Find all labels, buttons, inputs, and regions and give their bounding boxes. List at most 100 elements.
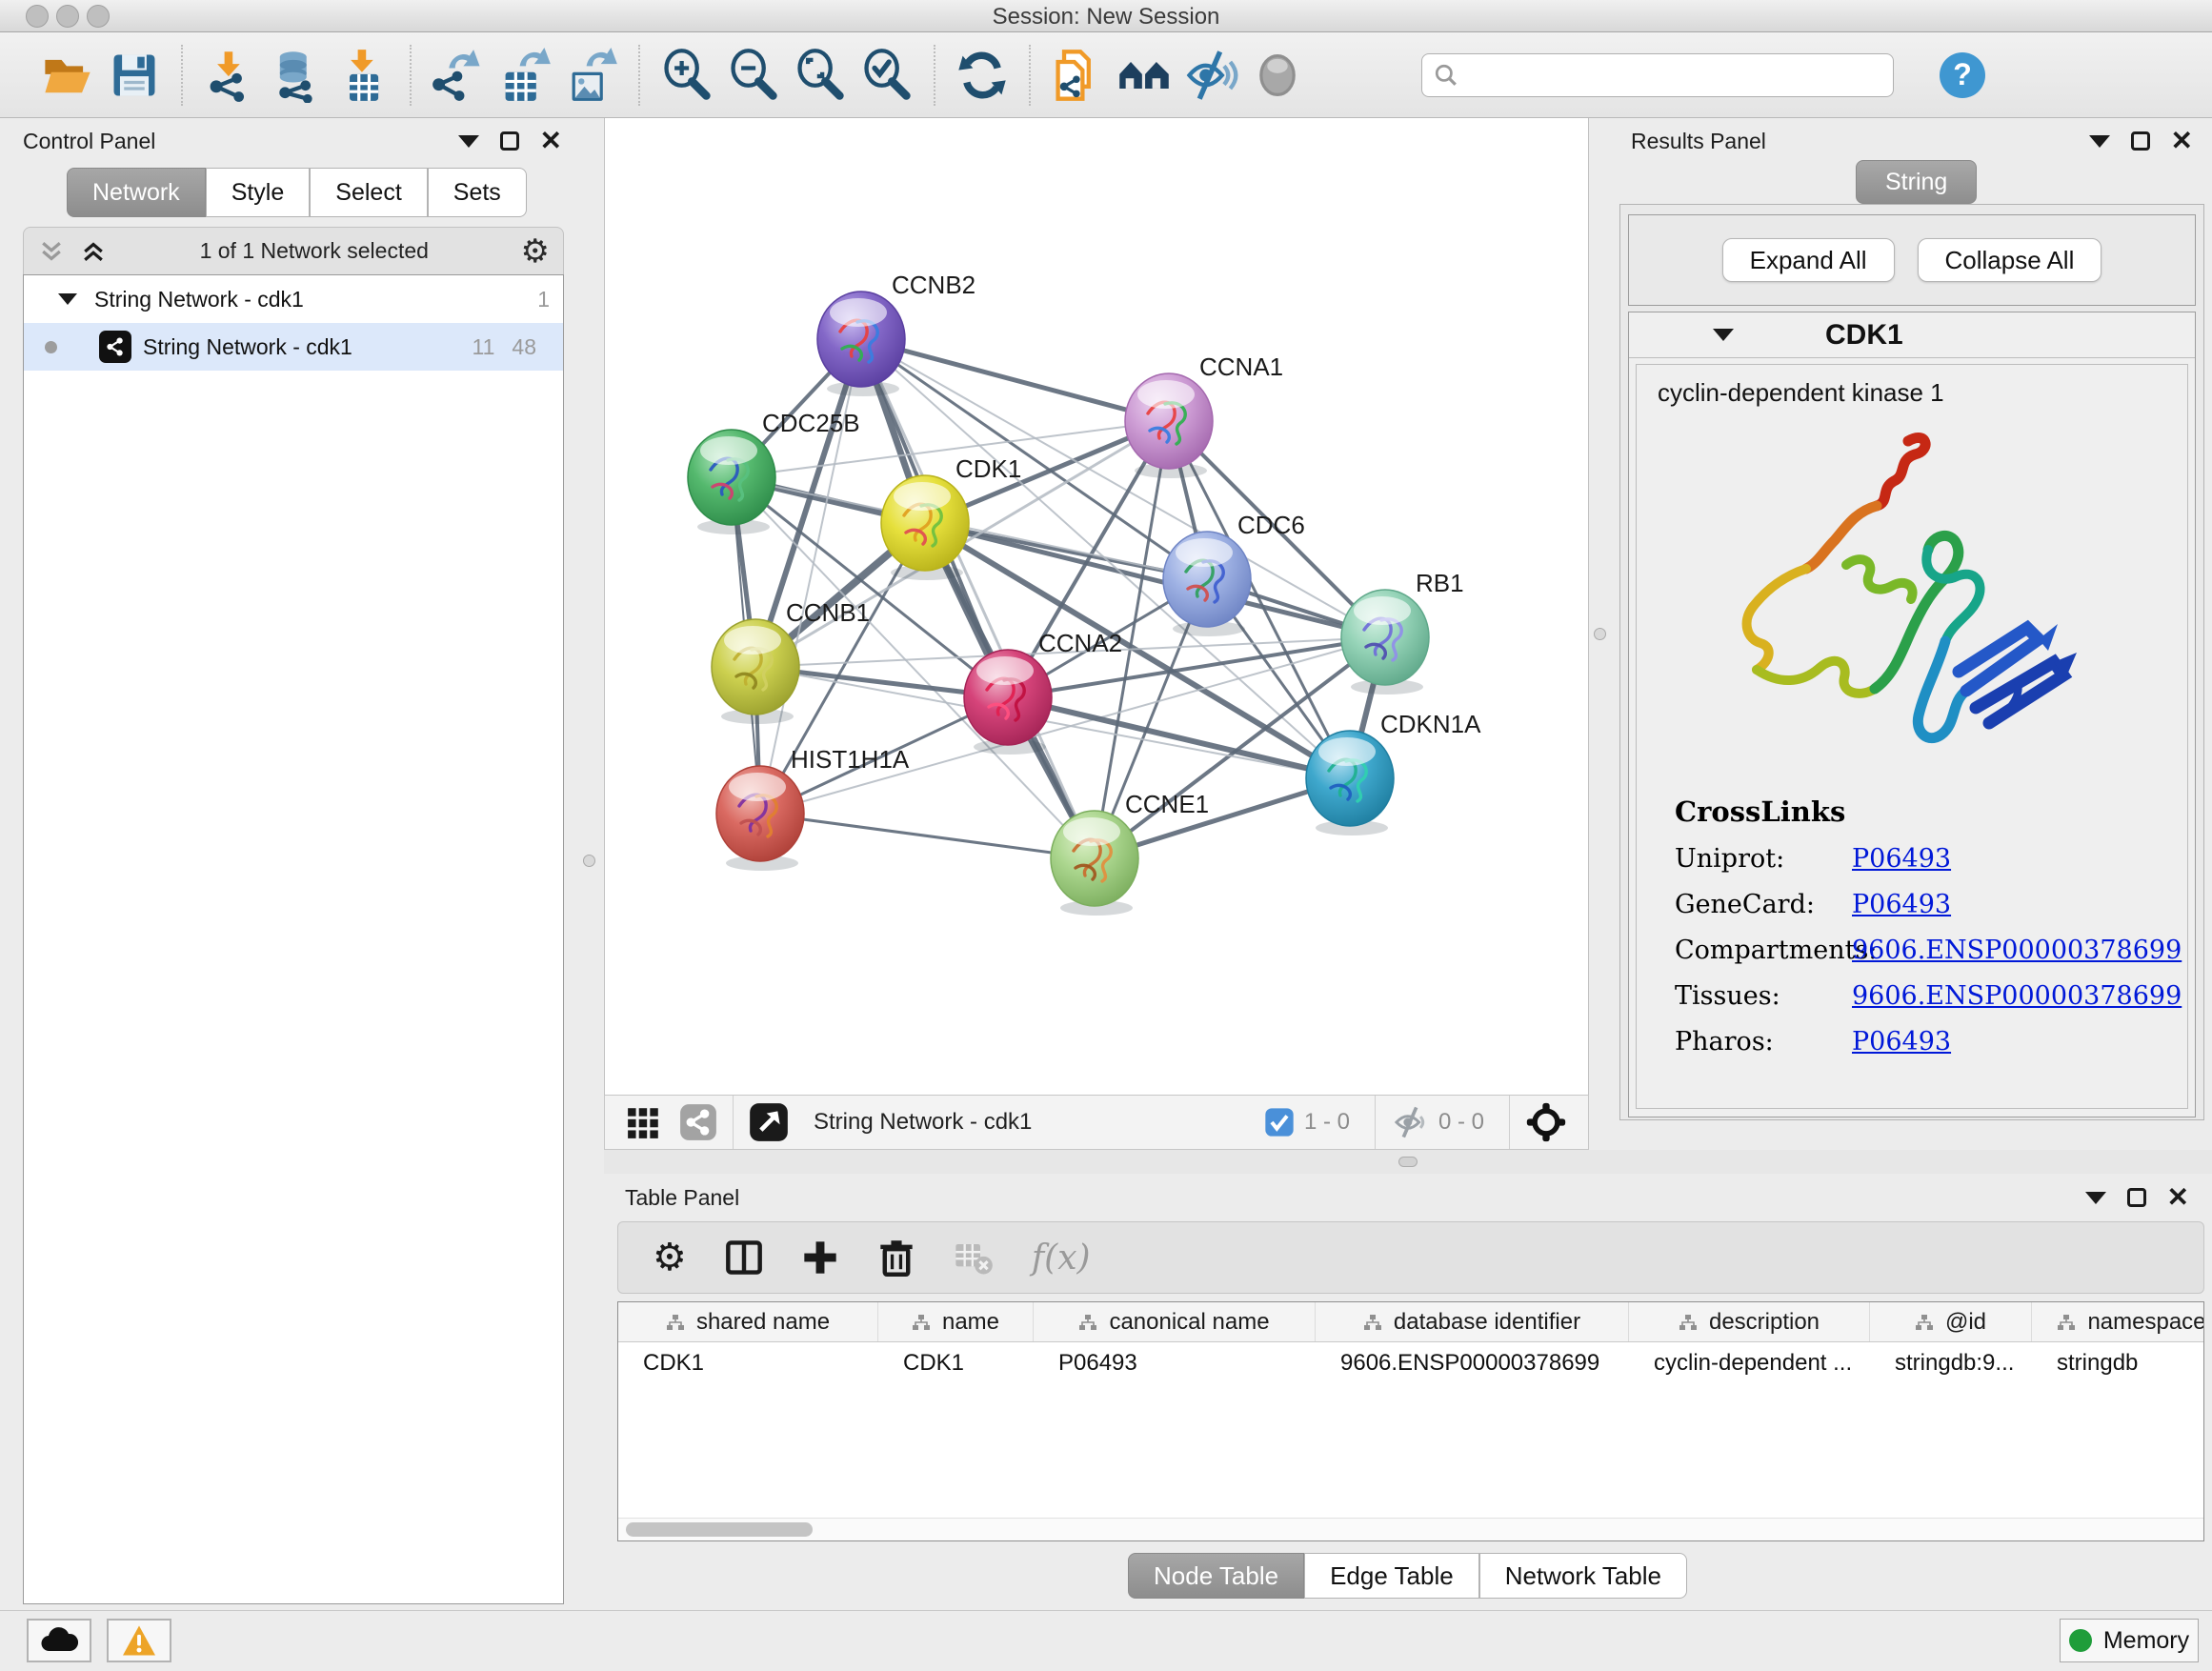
import-database-icon[interactable] — [263, 42, 330, 109]
table-cell[interactable]: CDK1 — [878, 1342, 1034, 1384]
network-edge[interactable] — [1008, 697, 1350, 778]
table-horizontal-scrollbar[interactable] — [618, 1518, 2203, 1540]
show-graphics-details-icon[interactable] — [1244, 42, 1311, 109]
panel-menu-icon[interactable] — [2085, 1192, 2106, 1204]
panel-float-icon[interactable] — [2127, 1188, 2146, 1207]
network-edge[interactable] — [861, 339, 1095, 858]
hide-graphics-details-icon[interactable] — [1177, 42, 1244, 109]
import-table-icon[interactable] — [330, 42, 396, 109]
panel-close-icon[interactable]: ✕ — [540, 131, 562, 151]
grid-view-icon[interactable] — [626, 1104, 662, 1140]
crosslink-link[interactable]: 9606.ENSP00000378699 — [1852, 981, 2182, 1011]
fit-selected-crosshair-icon[interactable] — [1525, 1101, 1567, 1143]
table-cell[interactable]: stringdb:9... — [1870, 1342, 2032, 1384]
column-header-id[interactable]: @id — [1870, 1302, 2032, 1341]
column-header-databaseidentifier[interactable]: database identifier — [1316, 1302, 1629, 1341]
network-node-ccnb1[interactable] — [712, 619, 799, 724]
zoom-in-icon[interactable] — [654, 42, 720, 109]
network-collection-row[interactable]: String Network - cdk1 1 — [24, 275, 563, 323]
birdseye-icon[interactable] — [1111, 42, 1177, 109]
open-in-window-icon[interactable] — [749, 1102, 789, 1142]
collection-expand-icon[interactable] — [58, 293, 77, 305]
network-node-ccna2[interactable] — [964, 650, 1052, 755]
table-settings-gear-icon[interactable]: ⚙ — [653, 1236, 687, 1279]
import-network-icon[interactable] — [196, 42, 263, 109]
zoom-fit-icon[interactable] — [787, 42, 854, 109]
collapse-all-button[interactable]: Collapse All — [1918, 238, 2102, 282]
function-builder-icon[interactable]: f(x) — [1032, 1238, 1091, 1278]
show-columns-icon[interactable] — [725, 1238, 763, 1277]
table-cell[interactable]: 9606.ENSP00000378699 — [1316, 1342, 1629, 1384]
memory-button[interactable]: Memory — [2060, 1619, 2199, 1662]
panel-float-icon[interactable] — [2131, 131, 2150, 151]
horizontal-splitter[interactable] — [604, 1150, 2212, 1174]
right-splitter-handle[interactable] — [1594, 628, 1606, 640]
expand-all-icon[interactable] — [79, 237, 108, 266]
collapse-all-icon[interactable] — [37, 237, 66, 266]
warnings-button[interactable] — [107, 1619, 171, 1662]
export-network-icon[interactable] — [425, 42, 492, 109]
network-edge[interactable] — [925, 523, 1385, 637]
export-table-icon[interactable] — [492, 42, 558, 109]
column-header-namespace[interactable]: namespace — [2032, 1302, 2204, 1341]
network-node-hist1h1a[interactable] — [716, 766, 804, 871]
network-canvas[interactable]: CCNB2CCNA1CDC25BCDK1CDC6RB1CCNB1CCNA2CDK… — [604, 118, 1589, 1095]
selected-checkbox-icon[interactable] — [1264, 1107, 1295, 1137]
tab-string[interactable]: String — [1856, 160, 1977, 204]
gene-card-header[interactable]: CDK1 — [1629, 312, 2195, 358]
gene-collapse-icon[interactable] — [1713, 329, 1734, 341]
save-session-icon[interactable] — [101, 42, 168, 109]
cloud-button[interactable] — [27, 1619, 91, 1662]
network-node-ccnb2[interactable] — [817, 292, 905, 396]
crosslink-link[interactable]: P06493 — [1852, 1027, 1951, 1057]
table-row[interactable]: CDK1CDK1P064939606.ENSP00000378699cyclin… — [618, 1342, 2203, 1384]
expand-all-button[interactable]: Expand All — [1722, 238, 1895, 282]
tab-edge-table[interactable]: Edge Table — [1304, 1553, 1479, 1599]
left-splitter-handle[interactable] — [583, 855, 595, 867]
crosslink-link[interactable]: P06493 — [1852, 844, 1951, 874]
string-share-icon[interactable] — [679, 1103, 717, 1141]
panel-float-icon[interactable] — [500, 131, 519, 151]
search-input[interactable] — [1468, 63, 1881, 88]
network-edge[interactable] — [760, 814, 1095, 858]
table-cell[interactable]: P06493 — [1034, 1342, 1316, 1384]
open-session-icon[interactable] — [34, 42, 101, 109]
refresh-icon[interactable] — [949, 42, 1016, 109]
table-cell[interactable]: stringdb — [2032, 1342, 2204, 1384]
hidden-eye-icon[interactable] — [1391, 1103, 1429, 1141]
gear-icon[interactable]: ⚙ — [521, 232, 550, 271]
network-node-rb1[interactable] — [1341, 590, 1429, 695]
network-node-ccna1[interactable] — [1125, 373, 1213, 478]
network-node-cdkn1a[interactable] — [1306, 731, 1394, 836]
crosslink-link[interactable]: P06493 — [1852, 890, 1951, 919]
network-node-cdc25b[interactable] — [688, 430, 775, 534]
network-node-ccne1[interactable] — [1051, 811, 1138, 916]
table-cell[interactable]: CDK1 — [618, 1342, 878, 1384]
add-column-icon[interactable] — [801, 1238, 839, 1277]
panel-menu-icon[interactable] — [2089, 135, 2110, 148]
tab-network-table[interactable]: Network Table — [1479, 1553, 1687, 1599]
column-header-name[interactable]: name — [878, 1302, 1034, 1341]
horizontal-splitter-handle[interactable] — [1398, 1157, 1418, 1167]
tab-style[interactable]: Style — [206, 168, 311, 217]
network-row[interactable]: String Network - cdk1 11 48 — [24, 323, 563, 371]
tab-sets[interactable]: Sets — [428, 168, 527, 217]
export-image-icon[interactable] — [558, 42, 625, 109]
clone-network-icon[interactable] — [1044, 42, 1111, 109]
scrollbar-thumb[interactable] — [626, 1522, 813, 1537]
column-header-canonicalname[interactable]: canonical name — [1034, 1302, 1316, 1341]
search-box[interactable] — [1421, 53, 1894, 97]
zoom-selected-icon[interactable] — [854, 42, 920, 109]
tab-select[interactable]: Select — [310, 168, 427, 217]
tab-node-table[interactable]: Node Table — [1128, 1553, 1304, 1599]
column-header-description[interactable]: description — [1629, 1302, 1870, 1341]
tab-network[interactable]: Network — [67, 168, 206, 217]
table-cell[interactable]: cyclin-dependent ... — [1629, 1342, 1870, 1384]
panel-menu-icon[interactable] — [458, 135, 479, 148]
delete-column-trash-icon[interactable] — [877, 1238, 915, 1277]
help-icon[interactable]: ? — [1940, 52, 1985, 98]
panel-close-icon[interactable]: ✕ — [2167, 1188, 2189, 1207]
node-table[interactable]: shared namenamecanonical namedatabase id… — [617, 1301, 2204, 1541]
column-header-sharedname[interactable]: shared name — [618, 1302, 878, 1341]
network-node-cdk1[interactable] — [881, 475, 969, 580]
